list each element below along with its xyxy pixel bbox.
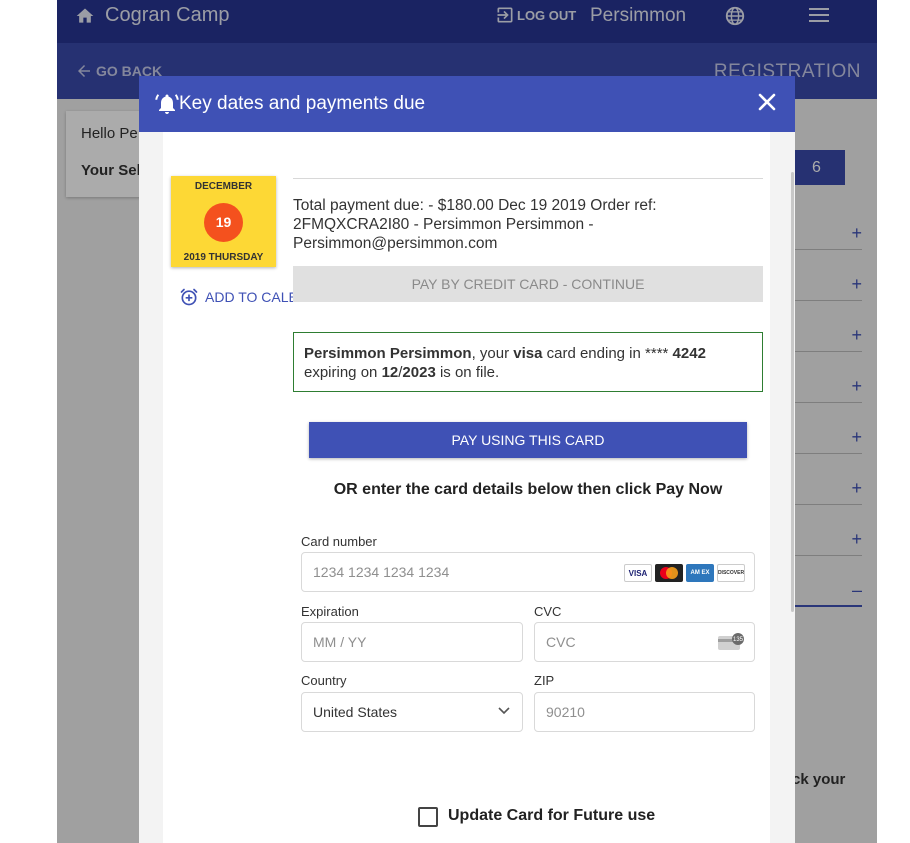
modal-body: DECEMBER 19 2019 THURSDAY ADD TO CALENDA… <box>163 132 770 843</box>
mastercard-circles <box>660 567 678 579</box>
expiration-label: Expiration <box>301 604 359 619</box>
calendar-day: 19 <box>204 203 243 242</box>
or-enter-card-text: OR enter the card details below then cli… <box>333 481 723 498</box>
chevron-down-icon <box>498 707 510 715</box>
calendar-month: DECEMBER <box>194 181 253 192</box>
visa-icon: VISA <box>624 564 652 582</box>
update-card-checkbox[interactable] <box>418 807 438 827</box>
card-brand: visa <box>513 345 543 362</box>
cvc-card-icon: 135 <box>718 633 744 650</box>
country-label: Country <box>301 673 347 688</box>
card-exp-year: 2023 <box>402 364 436 381</box>
calendar-date-card: DECEMBER 19 2019 THURSDAY <box>171 176 276 267</box>
cardholder-name: Persimmon Persimmon <box>304 345 472 362</box>
cvc-badge-text: 135 <box>733 637 744 643</box>
discover-icon: DISCOVER <box>717 564 745 582</box>
card-last4: 4242 <box>672 345 706 362</box>
modal-scrollbar[interactable] <box>791 172 794 612</box>
notice-text: card ending in **** <box>542 345 673 362</box>
country-select[interactable]: United States <box>301 692 523 732</box>
notice-text: , your <box>471 345 514 362</box>
expiration-input[interactable]: MM / YY <box>301 622 523 662</box>
card-number-input[interactable]: 1234 1234 1234 1234 VISA AM EX DISCOVER <box>301 552 755 592</box>
modal-title: Key dates and payments due <box>179 93 426 114</box>
mastercard-icon <box>655 564 683 582</box>
key-dates-modal: Key dates and payments due DECEMBER 19 2… <box>139 76 795 843</box>
card-on-file-notice: Persimmon Persimmon, your visa card endi… <box>293 332 763 392</box>
amex-icon: AM EX <box>686 564 714 582</box>
notice-text: expiring on <box>304 364 382 381</box>
card-exp-month: 12 <box>381 364 399 381</box>
bell-alert-icon <box>155 94 179 114</box>
zip-input[interactable]: 90210 <box>534 692 755 732</box>
cvc-input[interactable]: CVC 135 <box>534 622 755 662</box>
close-icon[interactable] <box>758 93 776 111</box>
cvc-label: CVC <box>534 604 562 619</box>
card-brands: VISA AM EX DISCOVER <box>624 564 745 582</box>
update-card-label[interactable]: Update Card for Future use <box>448 807 655 825</box>
section-divider <box>293 178 763 179</box>
country-value: United States <box>313 704 398 720</box>
zip-value: 90210 <box>546 704 585 720</box>
card-number-placeholder: 1234 1234 1234 1234 <box>313 564 450 580</box>
zip-label: ZIP <box>534 673 555 688</box>
alarm-add-icon <box>180 288 198 306</box>
modal-header: Key dates and payments due <box>139 76 795 132</box>
pay-using-this-card-button[interactable]: PAY USING THIS CARD <box>309 422 747 458</box>
cvc-placeholder: CVC <box>546 634 576 650</box>
payment-due-text: Total payment due: - $180.00 Dec 19 2019… <box>293 197 657 252</box>
expiration-placeholder: MM / YY <box>313 634 367 650</box>
card-number-label: Card number <box>301 534 377 549</box>
calendar-year-weekday: 2019 THURSDAY <box>183 252 264 263</box>
pay-by-credit-card-button[interactable]: PAY BY CREDIT CARD - CONTINUE <box>293 266 763 302</box>
notice-text: is on file. <box>435 364 500 381</box>
